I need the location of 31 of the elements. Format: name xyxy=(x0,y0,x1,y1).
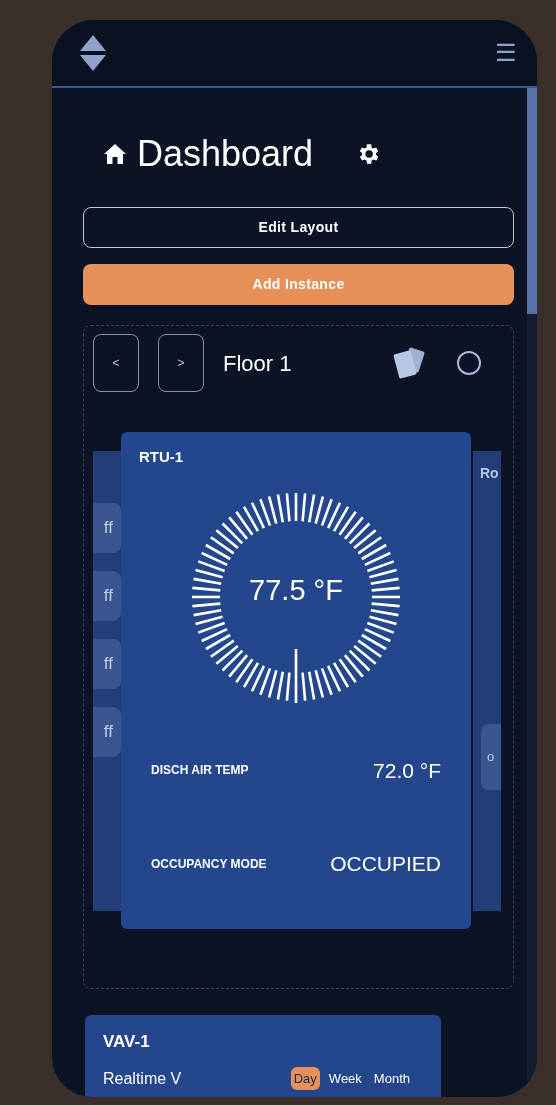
page-title: Dashboard xyxy=(137,132,314,176)
scrollbar-thumb[interactable] xyxy=(527,88,537,314)
previous-button[interactable]: < xyxy=(93,334,139,392)
side-card-chip[interactable]: ff xyxy=(93,502,121,553)
range-tab[interactable]: Month xyxy=(370,1066,413,1091)
vav-card[interactable]: VAV-1 Realtime V Day Week Month xyxy=(85,1015,441,1097)
home-icon xyxy=(103,143,127,165)
side-card-chip[interactable]: ff xyxy=(93,638,121,689)
edit-layout-button[interactable]: Edit Layout xyxy=(83,207,514,248)
menu-button[interactable]: ☰ xyxy=(495,41,517,65)
point-label: DISCH AIR TEMP xyxy=(151,762,249,780)
range-tab[interactable]: Day xyxy=(290,1066,320,1091)
logo-icon[interactable] xyxy=(80,35,106,71)
side-card[interactable]: Ro o xyxy=(473,450,501,911)
side-card-chip[interactable]: ff xyxy=(93,706,121,757)
card-title: RTU-1 xyxy=(139,447,185,467)
side-card-chip[interactable]: ff xyxy=(93,570,121,621)
card-title: Ro xyxy=(479,463,500,483)
circle-icon[interactable] xyxy=(456,350,482,376)
range-dropdown[interactable]: Realtime V xyxy=(103,1066,182,1091)
point-value: OCCUPIED xyxy=(330,851,441,877)
side-card[interactable]: ff ff ff ff xyxy=(93,450,121,911)
side-card-chip[interactable]: o xyxy=(481,723,501,790)
card-title: VAV-1 xyxy=(103,1031,151,1053)
temperature-reading: 77.5 °F xyxy=(248,572,344,608)
carousel-title: Floor 1 xyxy=(223,349,292,378)
point-value: 72.0 °F xyxy=(373,757,441,784)
equipment-card[interactable]: RTU-1 77.5 °F DISCH AIR TEMP 72.0 °F OCCUPANCY MODE OCCUPIED xyxy=(121,432,471,929)
next-button[interactable]: > xyxy=(158,334,204,392)
range-tab[interactable]: Week xyxy=(325,1066,365,1091)
point-label: OCCUPANCY MODE xyxy=(151,855,267,873)
